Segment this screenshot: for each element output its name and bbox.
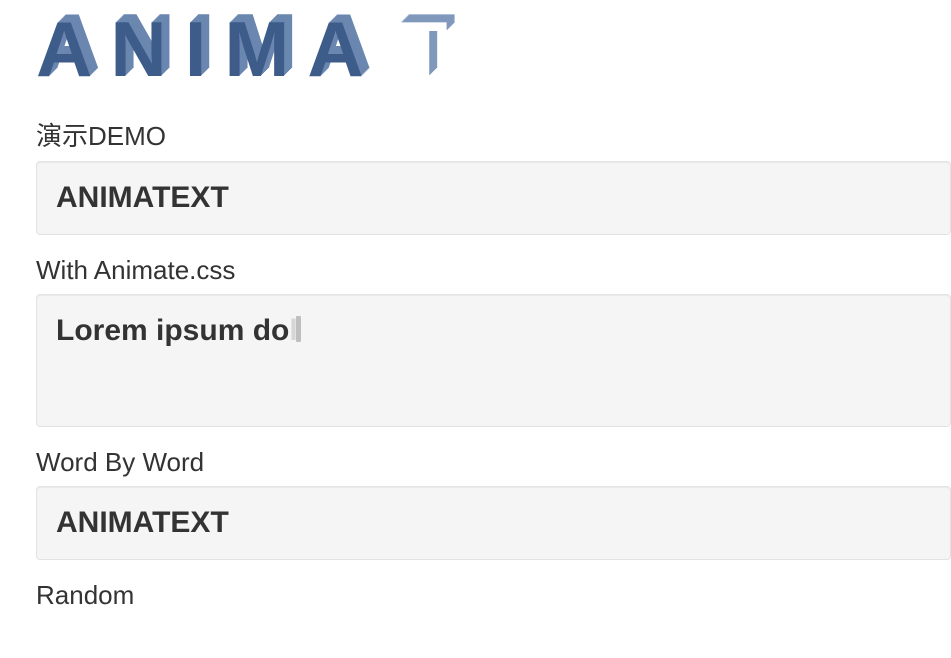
demo-text-animatecss: Lorem ipsum do <box>56 314 289 347</box>
demo-text-wordbyword: ANIMATEXT <box>56 506 229 539</box>
hero-letter-i: I <box>185 10 225 88</box>
hero-logo: ANIMAT <box>36 10 951 100</box>
demo-well-basic: ANIMATEXT <box>36 161 951 235</box>
hero-letter-m: M <box>224 10 307 88</box>
section-label-demo: 演示DEMO <box>36 116 951 153</box>
typing-caret-icon <box>296 316 301 342</box>
demo-well-wordbyword: ANIMATEXT <box>36 486 951 560</box>
section-label-wordbyword: Word By Word <box>36 447 951 478</box>
demo-text-basic: ANIMATEXT <box>56 181 229 214</box>
hero-letter-a1: A <box>36 10 110 88</box>
hero-letter-a2: A <box>307 10 381 88</box>
section-label-random: Random <box>36 580 951 611</box>
hero-letter-n: N <box>110 10 184 88</box>
demo-well-animatecss: Lorem ipsum dol <box>36 294 951 427</box>
hero-letter-t-partial: T <box>400 10 466 88</box>
section-label-animatecss: With Animate.css <box>36 255 951 286</box>
